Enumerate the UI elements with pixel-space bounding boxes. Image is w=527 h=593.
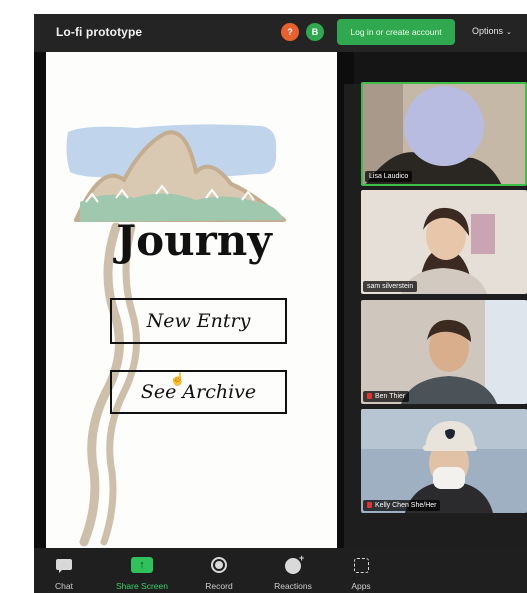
- participant-tile[interactable]: Kelly Chen She/Her: [361, 409, 527, 513]
- shared-screen: Journy New Entry See Archive ☝: [34, 52, 354, 548]
- record-label: Record: [205, 581, 233, 591]
- meeting-toolbar: Chat ↑ Share Screen Record + Reactions A…: [34, 548, 527, 593]
- meeting-title: Lo-fi prototype: [56, 25, 143, 39]
- zoom-window: Lo-fi prototype ? B Log in or create acc…: [34, 14, 527, 593]
- app-title: Journy: [112, 216, 273, 265]
- chat-button[interactable]: Chat: [34, 556, 96, 591]
- participant-tile[interactable]: Ben Thier: [361, 300, 527, 404]
- participant-name: sam silverstein: [363, 281, 418, 292]
- new-entry-button[interactable]: New Entry: [110, 298, 287, 344]
- chat-icon: [53, 556, 75, 576]
- title-bar: Lo-fi prototype ? B Log in or create acc…: [34, 14, 527, 52]
- muted-mic-icon: [367, 393, 372, 399]
- prototype-sketch: Journy New Entry See Archive ☝: [46, 52, 337, 548]
- apps-label: Apps: [351, 581, 371, 591]
- share-screen-button[interactable]: ↑ Share Screen: [110, 556, 174, 591]
- share-screen-label: Share Screen: [116, 581, 168, 591]
- reactions-label: Reactions: [274, 581, 312, 591]
- muted-mic-icon: [367, 502, 372, 508]
- record-icon: [208, 556, 230, 576]
- login-button[interactable]: Log in or create account: [337, 19, 455, 45]
- share-screen-icon: ↑: [131, 556, 153, 576]
- record-button[interactable]: Record: [187, 556, 251, 591]
- reactions-button[interactable]: + Reactions: [261, 553, 325, 591]
- reactions-icon: +: [282, 553, 304, 576]
- options-menu[interactable]: Options ⌄: [472, 26, 512, 36]
- apps-icon: [350, 556, 372, 576]
- participant-name: Kelly Chen She/Her: [363, 500, 441, 511]
- participant-tile[interactable]: sam silverstein: [361, 190, 527, 294]
- participant-name: Lisa Laudico: [365, 171, 413, 182]
- options-label: Options: [472, 26, 504, 36]
- hand-cursor-icon: ☝: [170, 372, 185, 386]
- user-avatar[interactable]: B: [306, 23, 324, 41]
- see-archive-button[interactable]: See Archive: [110, 370, 287, 414]
- chevron-down-icon: ⌄: [506, 29, 512, 36]
- participant-name: Ben Thier: [363, 391, 410, 402]
- participant-tile[interactable]: Lisa Laudico: [361, 82, 527, 186]
- help-badge[interactable]: ?: [281, 23, 299, 41]
- chat-label: Chat: [55, 581, 73, 591]
- apps-button[interactable]: Apps: [329, 556, 393, 591]
